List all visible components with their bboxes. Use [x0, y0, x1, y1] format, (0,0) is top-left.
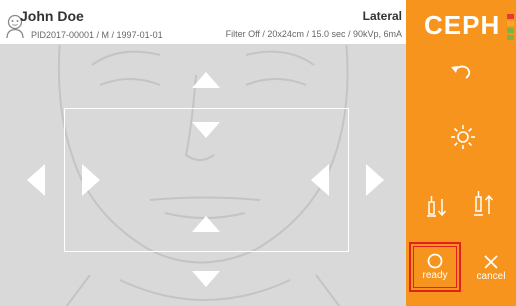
cancel-label: cancel	[476, 271, 506, 282]
control-sidebar: CEPH ready cancel	[406, 0, 516, 306]
positioning-viewport[interactable]	[0, 45, 406, 306]
cancel-button[interactable]: cancel	[469, 246, 513, 290]
move-up-arrow-icon[interactable]	[192, 72, 220, 88]
view-mode-label: Lateral	[362, 9, 402, 23]
lower-bound-down-arrow-icon[interactable]	[192, 271, 220, 287]
exposure-settings: Filter Off / 20x24cm / 15.0 sec / 90kVp,…	[225, 29, 402, 39]
right-bound-left-arrow-icon[interactable]	[311, 164, 329, 196]
mode-brand-title: CEPH	[424, 10, 501, 40]
column-down-icon	[427, 196, 447, 217]
light-icon	[451, 125, 475, 149]
left-bound-right-arrow-icon[interactable]	[82, 164, 100, 196]
patient-meta: PID2017-00001 / M / 1997-01-01	[31, 30, 163, 40]
column-up-button[interactable]	[473, 190, 495, 218]
patient-name: John Doe	[20, 8, 84, 24]
lower-bound-up-arrow-icon[interactable]	[192, 216, 220, 232]
patient-header: John Doe PID2017-00001 / M / 1997-01-01 …	[0, 0, 406, 45]
move-right-arrow-icon[interactable]	[366, 164, 384, 196]
move-left-arrow-icon[interactable]	[27, 164, 45, 196]
column-up-icon	[474, 191, 494, 216]
column-down-button[interactable]	[426, 193, 448, 219]
reset-button[interactable]	[447, 61, 475, 85]
ready-circle-icon	[427, 253, 443, 269]
level-meter-icon	[507, 14, 514, 40]
undo-icon	[451, 65, 471, 79]
close-icon	[484, 255, 498, 269]
ready-button[interactable]: ready	[409, 242, 461, 292]
ready-button-inner: ready	[413, 246, 457, 288]
move-down-arrow-icon[interactable]	[192, 122, 220, 138]
positioning-light-button[interactable]	[450, 124, 476, 150]
ready-label: ready	[422, 270, 448, 281]
